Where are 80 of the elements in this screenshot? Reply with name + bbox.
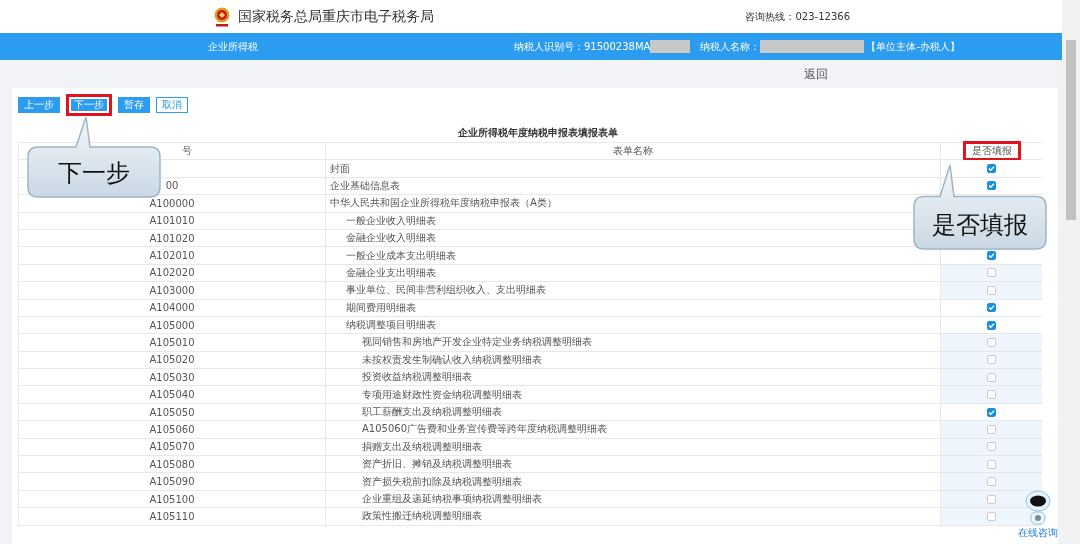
table-cell-text: 企业重组及递延纳税事项纳税调整明细表 [361, 492, 542, 506]
checkbox[interactable] [987, 424, 996, 434]
emblem-icon [212, 5, 232, 28]
table-cell-text: A105050 [148, 406, 196, 418]
table-cell-text: 00 [164, 180, 180, 192]
table-cell-text: A105060 [148, 423, 196, 435]
hotline-text: 咨询热线：023-12366 [745, 9, 850, 24]
table-cell-text: 专项用途财政性资金纳税调整明细表 [361, 387, 522, 402]
table-cell-text: 政策性搬迁纳税调整明细表 [361, 509, 482, 524]
table-cell-text: A105060广告费和业务宣传费等跨年度纳税调整明细表 [361, 422, 607, 437]
table-cell-text: 金融企业支出明细表 [345, 265, 436, 280]
checkbox[interactable] [987, 338, 996, 347]
callout: 下一步 [26, 115, 162, 199]
toolbar-button[interactable]: 下一步 [66, 94, 112, 116]
table-cell-text: 企业基础信息表 [329, 178, 400, 193]
table-cell-text: A102010 [148, 250, 196, 262]
table-cell-text: A105100 [148, 493, 196, 505]
table-cell-text: 封面 [329, 161, 350, 176]
checkbox[interactable] [987, 285, 996, 295]
table-cell-text: A105000 [148, 319, 196, 331]
table-cell-text: 金融企业收入明细表 [345, 231, 436, 246]
table-cell-text: A105020 [148, 354, 196, 366]
table-title: 企业所得税年度纳税申报表填报表单 [457, 126, 619, 140]
taxpayer-name-label: 纳税人名称： [700, 39, 761, 54]
tax-type: 企业所得税 [208, 39, 258, 54]
table-cell-text: 视同销售和房地产开发企业特定业务纳税调整明细表 [361, 335, 592, 350]
table-cell-text: 职工薪酬支出及纳税调整明细表 [361, 405, 502, 420]
cancel-button[interactable]: 取消 [156, 97, 188, 113]
checkbox[interactable] [987, 181, 996, 191]
table-cell-text: A101010 [148, 215, 196, 227]
table-cell-text: 捐赠支出及纳税调整明细表 [361, 439, 482, 454]
checkbox[interactable] [987, 407, 996, 417]
column-header: 表单名称 [612, 144, 654, 159]
checkbox[interactable] [987, 320, 996, 330]
robot-icon[interactable] [1023, 490, 1053, 526]
column-header: 号 [181, 144, 193, 159]
table-cell-text: A105080 [148, 458, 196, 470]
table-cell-text: A105090 [148, 476, 196, 488]
table-cell-text: 中华人民共和国企业所得税年度纳税申报表（A类） [329, 196, 557, 211]
toolbar-button[interactable]: 上一步 [18, 97, 60, 113]
table-cell-text: 纳税调整项目明细表 [345, 318, 436, 333]
site-title: 国家税务总局重庆市电子税务局 [238, 7, 434, 26]
toolbar-button[interactable]: 暂存 [118, 97, 150, 113]
checkbox[interactable] [987, 459, 996, 469]
checkbox[interactable] [987, 164, 996, 174]
checkbox[interactable] [987, 372, 996, 382]
checkbox[interactable] [987, 477, 996, 487]
table-cell-text: A103000 [148, 284, 196, 296]
table-cell-text: 期间费用明细表 [345, 300, 416, 315]
scrollbar-thumb[interactable] [1066, 40, 1076, 220]
redaction-block [650, 40, 691, 53]
table-cell-text: A100000 [148, 197, 196, 209]
table-cell-text: 资产折旧、摊销及纳税调整明细表 [361, 457, 512, 472]
checkbox[interactable] [987, 511, 996, 521]
table-cell-text: A105010 [148, 337, 196, 348]
table-cell-text: 一般企业成本支出明细表 [345, 248, 456, 263]
checkbox[interactable] [987, 268, 996, 278]
checkbox[interactable] [987, 494, 996, 504]
table-cell-text: A105030 [148, 371, 196, 383]
table-cell-text: 投资收益纳税调整明细表 [361, 370, 472, 385]
checkbox[interactable] [987, 251, 996, 261]
table-cell-text: A105040 [148, 389, 196, 401]
table-cell-text: 一般企业收入明细表 [345, 213, 436, 228]
table-cell-text: A101020 [148, 232, 196, 244]
table-cell-text: A105070 [148, 441, 196, 453]
table-cell-text: A102020 [148, 267, 196, 279]
table-cell-text: 资产损失税前扣除及纳税调整明细表 [361, 474, 522, 489]
back-link[interactable]: 返回 [804, 65, 828, 83]
checkbox[interactable] [987, 355, 996, 365]
checkbox[interactable] [987, 442, 996, 452]
taxpayer-id: 纳税人识别号：91500238MA [514, 39, 651, 54]
table-cell-text: A105110 [148, 510, 196, 522]
role-text: 【单位主体-办税人】 [866, 39, 960, 54]
table-cell-text: 未按权责发生制确认收入纳税调整明细表 [361, 352, 542, 367]
checkbox[interactable] [987, 303, 996, 313]
chat-label[interactable]: 在线咨询 [1018, 526, 1058, 540]
table-cell-text: A104000 [148, 302, 196, 314]
checkbox[interactable] [987, 390, 996, 400]
callout: 是否填报 [912, 163, 1048, 251]
table-cell-text: 事业单位、民间非营利组织收入、支出明细表 [345, 283, 546, 298]
